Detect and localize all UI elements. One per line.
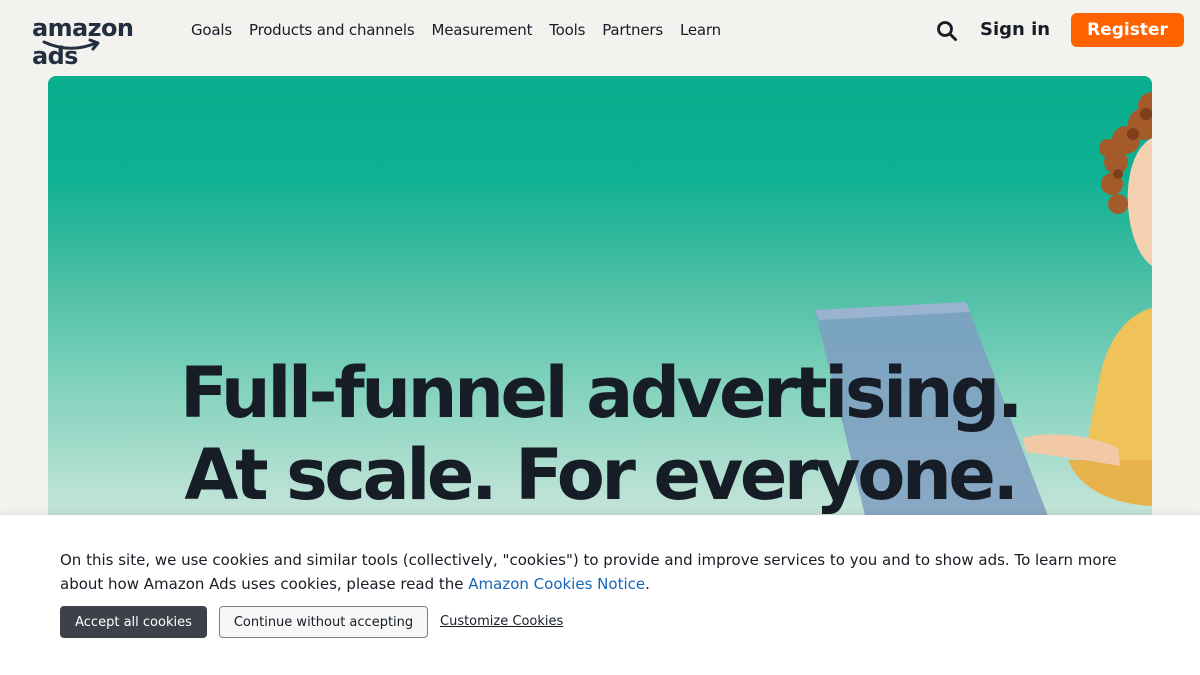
accept-all-cookies-button[interactable]: Accept all cookies (60, 606, 207, 638)
smile-arrow-icon (42, 38, 100, 51)
nav-partners[interactable]: Partners (602, 20, 663, 40)
cookie-notice-text: On this site, we use cookies and similar… (60, 548, 1150, 596)
nav-products-and-channels[interactable]: Products and channels (249, 20, 415, 40)
continue-without-accepting-button[interactable]: Continue without accepting (219, 606, 428, 638)
search-icon (937, 21, 957, 41)
nav-goals[interactable]: Goals (191, 20, 232, 40)
amazon-cookies-notice-link[interactable]: Amazon Cookies Notice (468, 575, 645, 593)
customize-cookies-link[interactable]: Customize Cookies (440, 614, 563, 629)
nav-learn[interactable]: Learn (680, 20, 721, 40)
hero-headline-line-2: At scale. For everyone. (184, 434, 1019, 516)
amazon-ads-logo[interactable]: amazon ads (32, 14, 172, 70)
site-header: amazon ads Goals Products and channels M… (0, 0, 1200, 70)
sign-in-link[interactable]: Sign in (980, 18, 1050, 42)
nav-measurement[interactable]: Measurement (431, 20, 532, 40)
nav-tools[interactable]: Tools (549, 20, 585, 40)
hero-banner: Full-funnel advertising. At scale. For e… (48, 76, 1152, 536)
main-nav: Goals Products and channels Measurement … (191, 20, 721, 40)
register-button[interactable]: Register (1071, 13, 1184, 47)
cookie-consent-banner: On this site, we use cookies and similar… (0, 515, 1200, 675)
cookie-text-end: . (645, 575, 650, 593)
hero-headline-line-1: Full-funnel advertising. (179, 352, 1023, 434)
search-button[interactable] (935, 19, 959, 43)
hero-headline: Full-funnel advertising. At scale. For e… (48, 352, 1152, 516)
